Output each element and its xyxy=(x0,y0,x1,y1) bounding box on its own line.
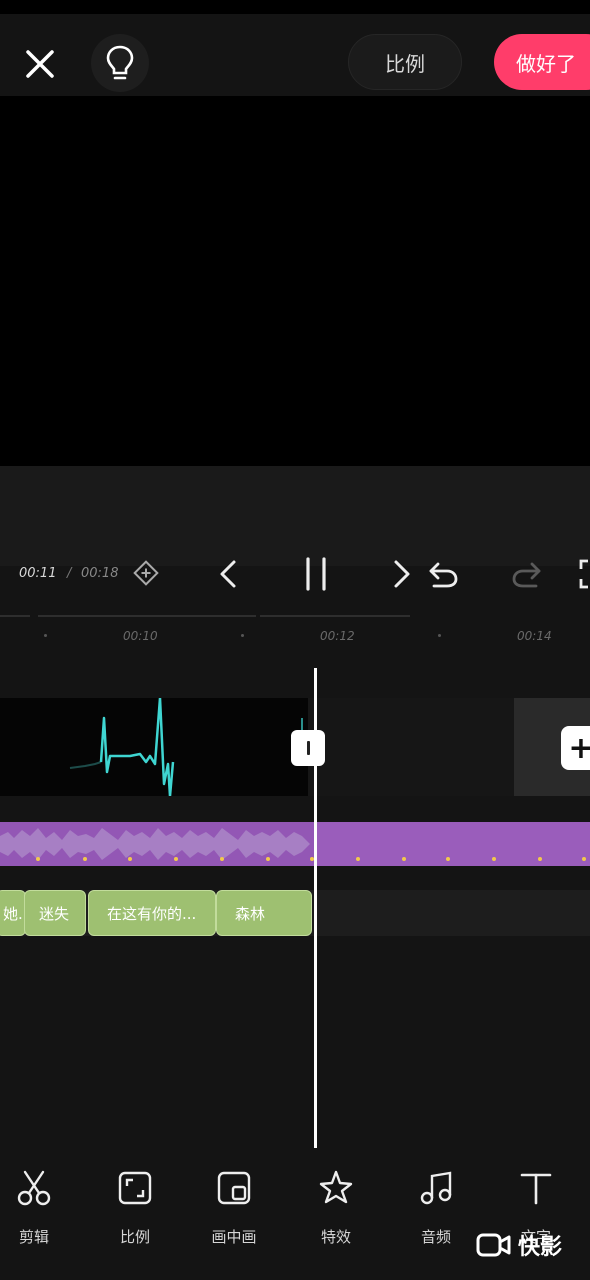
subtitle-clip-text: 迷失 xyxy=(39,904,70,923)
chevron-right-icon xyxy=(394,560,410,588)
subtitle-clip-text: 在这有你的... xyxy=(107,904,197,923)
keyframe-button[interactable] xyxy=(131,558,161,588)
tool-ratio[interactable]: 比例 xyxy=(95,1168,175,1258)
beat-marker xyxy=(492,857,496,861)
add-clip-button[interactable]: + xyxy=(561,726,590,770)
redo-icon xyxy=(512,562,541,588)
video-preview[interactable] xyxy=(0,96,590,466)
picture-in-picture-icon xyxy=(217,1171,251,1205)
time-separator: / xyxy=(67,566,72,581)
beat-marker xyxy=(36,857,40,861)
beat-marker xyxy=(446,857,450,861)
beat-marker xyxy=(83,857,87,861)
watermark-text: 快影 xyxy=(518,1235,563,1260)
beat-marker xyxy=(538,857,542,861)
close-icon xyxy=(26,50,54,78)
pause-icon xyxy=(306,557,326,591)
ruler-tick-label: 00:14 xyxy=(517,629,552,643)
current-time: 00:11 xyxy=(19,566,57,581)
beat-marker xyxy=(128,857,132,861)
camera-logo-icon xyxy=(476,1233,511,1257)
keyframe-diamond-icon xyxy=(133,560,159,586)
beat-marker xyxy=(266,857,270,861)
fullscreen-button[interactable] xyxy=(578,558,590,590)
tips-button[interactable] xyxy=(91,34,149,92)
undo-button[interactable] xyxy=(424,556,462,592)
sparkle-star-icon xyxy=(319,1170,353,1204)
beat-marker xyxy=(356,857,360,861)
text-icon xyxy=(520,1173,552,1205)
subtitle-clip[interactable]: 森林 xyxy=(216,890,312,936)
video-clip[interactable] xyxy=(0,698,308,796)
preview-margin xyxy=(0,466,590,566)
redo-button[interactable] xyxy=(508,556,546,592)
divider xyxy=(38,615,256,617)
tool-edit[interactable]: 剪辑 xyxy=(0,1168,74,1258)
subtitle-clip-text: 她. xyxy=(3,904,23,923)
playhead-handle[interactable] xyxy=(291,730,325,766)
tool-label: 剪辑 xyxy=(18,1228,49,1246)
tool-picture-in-picture[interactable]: 画中画 xyxy=(194,1168,274,1258)
ruler-tick-label: 00:12 xyxy=(320,629,355,643)
beat-marker xyxy=(174,857,178,861)
tool-audio[interactable]: 音频 xyxy=(396,1168,476,1258)
next-frame-button[interactable] xyxy=(386,556,418,592)
lightbulb-icon xyxy=(106,45,134,80)
tool-label: 比例 xyxy=(119,1228,150,1246)
ratio-button[interactable]: 比例 xyxy=(348,34,462,90)
ruler-dot xyxy=(44,634,47,637)
subtitle-clip[interactable]: 她. xyxy=(0,890,26,936)
scissors-icon xyxy=(17,1170,51,1206)
beat-marker xyxy=(582,857,586,861)
plus-icon: + xyxy=(568,730,590,766)
done-button[interactable]: 做好了 xyxy=(494,34,590,90)
done-button-label: 做好了 xyxy=(516,51,576,76)
fullscreen-icon xyxy=(579,559,588,589)
divider xyxy=(260,615,410,617)
total-time: 00:18 xyxy=(81,566,119,581)
undo-icon xyxy=(429,562,458,588)
beat-marker xyxy=(402,857,406,861)
close-button[interactable] xyxy=(18,42,62,86)
previous-frame-button[interactable] xyxy=(212,556,244,592)
subtitle-clip[interactable]: 在这有你的... xyxy=(88,890,216,936)
music-note-icon xyxy=(420,1171,452,1205)
tool-label: 音频 xyxy=(420,1228,451,1246)
tool-label: 特效 xyxy=(320,1228,351,1246)
tool-effects[interactable]: 特效 xyxy=(296,1168,376,1258)
beat-marker xyxy=(220,857,224,861)
subtitle-clip[interactable]: 迷失 xyxy=(24,890,86,936)
ruler-dot xyxy=(241,634,244,637)
ecg-thumbnail xyxy=(69,698,303,796)
audio-track[interactable] xyxy=(0,822,590,866)
ratio-button-label: 比例 xyxy=(385,51,425,76)
ruler-tick-label: 00:10 xyxy=(123,629,158,643)
audio-waveform xyxy=(0,822,590,866)
aspect-ratio-icon xyxy=(118,1171,152,1205)
divider xyxy=(0,615,30,617)
subtitle-clip-text: 森林 xyxy=(235,904,266,923)
status-strip xyxy=(0,0,590,14)
tool-label: 画中画 xyxy=(211,1228,257,1246)
chevron-left-icon xyxy=(220,560,236,588)
pause-button[interactable] xyxy=(296,554,336,594)
timeline-empty-area xyxy=(308,698,514,796)
watermark: 快影 xyxy=(476,1228,562,1262)
ruler-dot xyxy=(438,634,441,637)
